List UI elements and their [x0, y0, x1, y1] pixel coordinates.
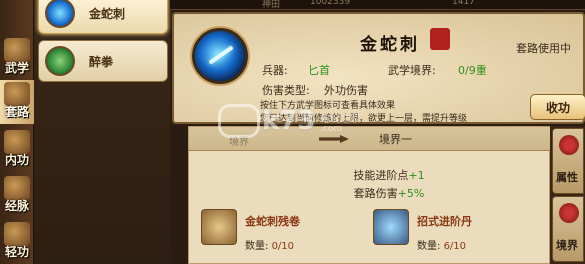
top-bar-label: 神田: [262, 0, 281, 10]
stat-advance-points: 技能进阶点+1: [289, 167, 489, 183]
attribute-icon: [559, 135, 579, 155]
stat-label: 套路伤害: [353, 187, 398, 200]
top-bar-right-value: 1417: [452, 0, 475, 7]
top-status-bar: 神田 1002339 1417: [170, 0, 585, 10]
resource-name: 招式进阶丹: [417, 215, 472, 228]
gamepad-logo-icon: [218, 104, 260, 138]
realm-label: 武学境界:: [388, 64, 436, 77]
stat-value: +5%: [397, 187, 425, 200]
stat-value: +1: [408, 169, 425, 182]
tab-label: 套路: [4, 105, 29, 119]
weapon-value: 匕首: [308, 64, 330, 77]
tab-label: 境界: [556, 239, 578, 252]
top-bar-value: 1002339: [310, 0, 351, 7]
tab-label: 轻功: [4, 245, 29, 259]
resource-scroll[interactable]: 金蛇刺残卷 数量: 0/10: [189, 209, 359, 264]
equipped-status: 套路使用中: [516, 42, 571, 55]
count-value: 0/10: [271, 241, 295, 252]
tab-wuxue[interactable]: 武学: [0, 36, 34, 80]
skill-item-jinsheci[interactable]: 金蛇刺: [38, 0, 168, 34]
realm-icon: [559, 203, 579, 223]
tab-neigong[interactable]: 内功: [0, 128, 34, 172]
damage-type-value: 外功伤害: [324, 84, 368, 97]
tab-attributes[interactable]: 属性: [552, 128, 584, 194]
tab-jingmai[interactable]: 经脉: [0, 174, 34, 218]
watermark-logo: k73: [262, 106, 316, 136]
resource-name: 金蛇刺残卷: [245, 215, 300, 228]
watermark-url: .com: [320, 124, 343, 134]
stat-routine-damage: 套路伤害+5%: [289, 185, 489, 201]
weapon-label: 兵器:: [262, 64, 288, 77]
watermark-site: 电玩之家: [320, 114, 360, 125]
realm-panel: 境界 境界一 技能进阶点+1 套路伤害+5% 金蛇刺残卷 数量: 0/10 招式…: [188, 126, 551, 264]
stat-label: 技能进阶点: [353, 169, 409, 182]
realm-title: 境界一: [379, 133, 412, 146]
tab-qinggong[interactable]: 轻功: [0, 220, 34, 264]
count-value: 6/10: [443, 241, 467, 252]
resource-pill[interactable]: 招式进阶丹 数量: 6/10: [361, 209, 531, 264]
category-tab-strip: 武学 套路 内功 经脉 轻功: [0, 0, 34, 264]
skill-list: 金蛇刺 醉拳: [34, 0, 170, 264]
resource-count: 数量: 0/10: [245, 237, 294, 252]
tab-label: 武学: [4, 61, 29, 75]
pill-box-icon: [373, 209, 409, 245]
right-tab-strip: 属性 境界: [550, 126, 585, 264]
tab-label: 属性: [556, 171, 578, 184]
tab-label: 经脉: [4, 199, 29, 213]
tab-realm[interactable]: 境界: [552, 196, 584, 262]
blue-blade-icon: [45, 0, 75, 28]
realm-value: 0/9重: [458, 64, 487, 77]
skill-item-zuiquan[interactable]: 醉拳: [38, 40, 168, 82]
count-label: 数量:: [245, 241, 269, 252]
scroll-fragment-icon: [201, 209, 237, 245]
collect-skill-button[interactable]: 收功: [530, 94, 585, 120]
skill-title: 金蛇刺: [360, 35, 420, 55]
red-seal-icon: [430, 28, 450, 50]
count-label: 数量:: [417, 241, 441, 252]
skill-orb-icon[interactable]: [192, 28, 248, 84]
skill-name: 金蛇刺: [89, 6, 126, 21]
damage-type-label: 伤害类型:: [262, 84, 310, 97]
resource-count: 数量: 6/10: [417, 237, 466, 252]
skill-name: 醉拳: [89, 54, 114, 69]
tab-label: 内功: [4, 153, 29, 167]
tab-taolu[interactable]: 套路: [0, 80, 34, 124]
site-watermark: k73 电玩之家 .com: [218, 104, 368, 144]
green-fist-icon: [45, 46, 75, 76]
